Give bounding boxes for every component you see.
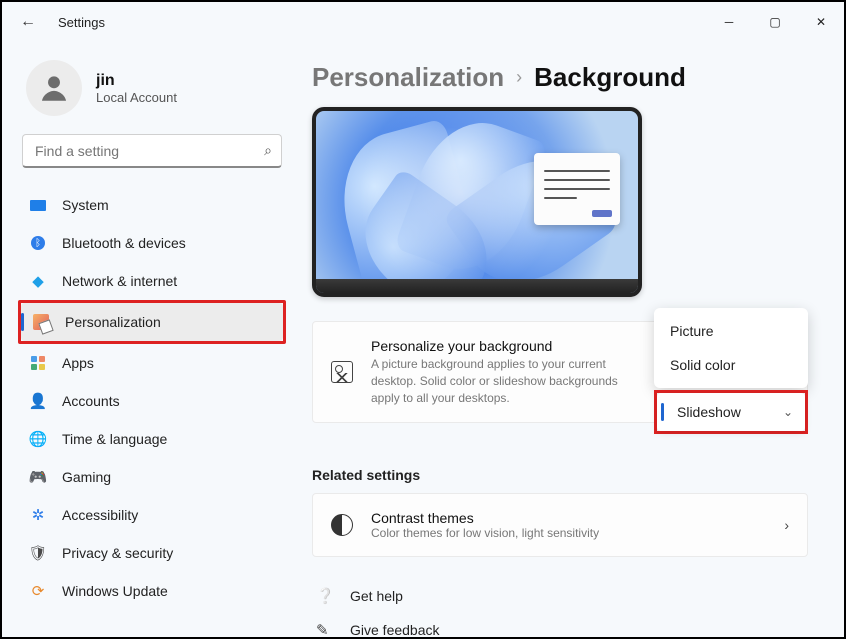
picture-icon xyxy=(331,361,353,383)
contrast-themes-row[interactable]: Contrast themes Color themes for low vis… xyxy=(312,493,808,557)
get-help-link[interactable]: ❔ Get help xyxy=(312,579,808,613)
profile-account-type: Local Account xyxy=(96,90,177,105)
footer-links: ❔ Get help ✎ Give feedback xyxy=(312,579,808,637)
sidebar-item-network[interactable]: ◆ Network & internet xyxy=(18,262,286,300)
highlight-box-slideshow: Slideshow ⌄ xyxy=(654,390,808,434)
dropdown-selected[interactable]: Slideshow ⌄ xyxy=(657,393,805,431)
minimize-button[interactable]: ─ xyxy=(706,7,752,37)
search-wrap: ⌕ xyxy=(22,134,282,168)
sidebar-item-label: Accessibility xyxy=(62,507,138,523)
sidebar-item-label: Network & internet xyxy=(62,273,177,289)
contrast-desc: Color themes for low vision, light sensi… xyxy=(371,526,599,540)
avatar-icon xyxy=(26,60,82,116)
sidebar-item-privacy[interactable]: 🛡 Privacy & security xyxy=(18,534,286,572)
window-controls: ─ ▢ ✕ xyxy=(706,7,844,37)
sidebar-item-time[interactable]: 🌐 Time & language xyxy=(18,420,286,458)
chevron-down-icon: ⌄ xyxy=(783,405,793,419)
chevron-right-icon: › xyxy=(784,517,789,533)
sidebar-item-gaming[interactable]: 🎮 Gaming xyxy=(18,458,286,496)
search-icon: ⌕ xyxy=(264,142,272,159)
main-content: Personalization › Background Personalize… xyxy=(302,42,844,637)
breadcrumb: Personalization › Background xyxy=(312,62,808,93)
personalization-icon xyxy=(31,312,51,332)
sidebar: jin Local Account ⌕ System ᛒ Bluetooth & … xyxy=(2,42,302,637)
sidebar-item-bluetooth[interactable]: ᛒ Bluetooth & devices xyxy=(18,224,286,262)
profile-name: jin xyxy=(96,72,177,90)
bluetooth-icon: ᛒ xyxy=(28,233,48,253)
sidebar-item-label: Bluetooth & devices xyxy=(62,235,186,251)
card-title: Personalize your background xyxy=(371,338,621,354)
dropdown-selected-label: Slideshow xyxy=(677,404,741,420)
dropdown-option-solid-color[interactable]: Solid color xyxy=(654,348,808,382)
sidebar-item-label: Apps xyxy=(62,355,94,371)
chevron-right-icon: › xyxy=(516,67,522,88)
close-button[interactable]: ✕ xyxy=(798,7,844,37)
titlebar: ← Settings ─ ▢ ✕ xyxy=(2,2,844,42)
background-preview xyxy=(312,107,642,297)
contrast-icon xyxy=(331,514,353,536)
card-description: A picture background applies to your cur… xyxy=(371,356,621,406)
sidebar-item-label: System xyxy=(62,197,109,213)
profile-block[interactable]: jin Local Account xyxy=(26,60,282,116)
link-label: Give feedback xyxy=(350,622,440,637)
highlight-box-personalization: Personalization xyxy=(18,300,286,344)
feedback-icon: ✎ xyxy=(316,621,334,637)
system-icon xyxy=(28,195,48,215)
update-icon: ⟳ xyxy=(28,581,48,601)
link-label: Get help xyxy=(350,588,403,604)
sidebar-item-accessibility[interactable]: ✲ Accessibility xyxy=(18,496,286,534)
accounts-icon: 👤 xyxy=(28,391,48,411)
sidebar-item-label: Accounts xyxy=(62,393,120,409)
privacy-icon: 🛡 xyxy=(28,543,48,563)
background-type-dropdown: Picture Solid color Slideshow ⌄ xyxy=(654,308,808,434)
window-title: Settings xyxy=(58,15,105,30)
sidebar-item-update[interactable]: ⟳ Windows Update xyxy=(18,572,286,610)
preview-window xyxy=(534,153,620,225)
breadcrumb-parent[interactable]: Personalization xyxy=(312,62,504,93)
dropdown-option-picture[interactable]: Picture xyxy=(654,314,808,348)
gaming-icon: 🎮 xyxy=(28,467,48,487)
sidebar-nav: System ᛒ Bluetooth & devices ◆ Network & i… xyxy=(18,186,286,300)
sidebar-item-apps[interactable]: Apps xyxy=(18,344,286,382)
back-button[interactable]: ← xyxy=(8,13,48,31)
search-input[interactable] xyxy=(22,134,282,168)
contrast-title: Contrast themes xyxy=(371,510,599,526)
sidebar-item-label: Gaming xyxy=(62,469,111,485)
sidebar-item-system[interactable]: System xyxy=(18,186,286,224)
dropdown-menu: Picture Solid color xyxy=(654,308,808,388)
help-icon: ❔ xyxy=(316,587,334,605)
related-settings-heading: Related settings xyxy=(312,467,808,483)
give-feedback-link[interactable]: ✎ Give feedback xyxy=(312,613,808,637)
accessibility-icon: ✲ xyxy=(28,505,48,525)
wifi-icon: ◆ xyxy=(28,271,48,291)
sidebar-item-label: Time & language xyxy=(62,431,167,447)
maximize-button[interactable]: ▢ xyxy=(752,7,798,37)
time-icon: 🌐 xyxy=(28,429,48,449)
preview-taskbar xyxy=(316,279,638,293)
sidebar-item-accounts[interactable]: 👤 Accounts xyxy=(18,382,286,420)
apps-icon xyxy=(28,353,48,373)
sidebar-item-label: Windows Update xyxy=(62,583,168,599)
sidebar-item-label: Privacy & security xyxy=(62,545,173,561)
sidebar-item-personalization[interactable]: Personalization xyxy=(21,303,283,341)
sidebar-item-label: Personalization xyxy=(65,314,161,330)
breadcrumb-current: Background xyxy=(534,62,686,93)
